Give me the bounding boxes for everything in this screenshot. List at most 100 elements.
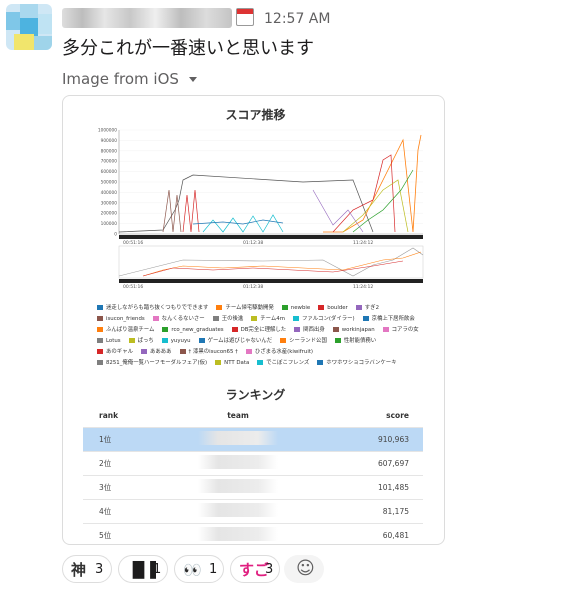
y-tick-label: 1000000 <box>98 128 117 134</box>
legend-label: isucon_friends <box>106 316 145 322</box>
attachment-label: Image from iOS <box>62 70 179 88</box>
legend-swatch <box>161 338 168 343</box>
legend-label: あのギャル <box>106 349 133 355</box>
legend-swatch <box>362 316 369 321</box>
legend-item: ふんばり温泉チーム <box>97 325 154 336</box>
reaction-count: 1 <box>209 562 218 577</box>
legend-label: ホワホワショコラバンケーキ <box>326 360 397 366</box>
legend-item: シーランド公国 <box>280 336 327 347</box>
x-tick-label: 01:12:38 <box>243 240 263 246</box>
y-tick-label: 500000 <box>101 180 118 186</box>
legend-swatch <box>97 305 103 310</box>
team-cell-blurred <box>163 474 313 499</box>
legend-label: 迷走しながらも踏ち抜くつもりでできます <box>106 305 209 311</box>
legend-swatch <box>231 327 238 332</box>
team-cell-blurred <box>163 426 313 451</box>
legend-swatch <box>152 316 159 321</box>
legend-swatch <box>245 349 252 354</box>
legend-item: isucon_friends <box>97 314 145 325</box>
reaction-eyes[interactable]: 👀 1 <box>174 555 224 583</box>
image-attachment[interactable]: スコア推移 1000000 900000 800000 700000 600000 500… <box>62 95 445 545</box>
legend-item: チーム4m <box>251 314 285 325</box>
reaction-bars[interactable]: ▐▌▌ 1 <box>118 555 168 583</box>
legend-swatch <box>212 316 219 321</box>
legend-label: yuyuyu <box>170 338 191 344</box>
x-tick-label: 11:24:12 <box>353 240 373 246</box>
legend-item: rco_new_graduates <box>162 325 224 336</box>
y-tick-label: 400000 <box>101 190 118 196</box>
y-tick-label: 100000 <box>101 221 118 227</box>
add-emoji-icon: ☺ <box>296 558 315 579</box>
reaction-kami[interactable]: 神 3 <box>62 555 112 583</box>
legend-swatch <box>97 316 103 321</box>
rank-cell: 1位 <box>83 426 163 451</box>
score-cell: 60,481 <box>313 522 423 544</box>
screenshot-content: スコア推移 1000000 900000 800000 700000 600000 500… <box>83 102 428 544</box>
username-blurred[interactable] <box>62 8 232 28</box>
legend-label: ファルコン(ダイラー) <box>301 316 355 322</box>
legend-label: なんくるないさー <box>161 316 205 322</box>
score-cell: 607,697 <box>313 450 423 475</box>
y-tick-label: 800000 <box>101 148 118 154</box>
legend-swatch <box>97 349 103 354</box>
legend-item: ぱっち <box>128 336 154 347</box>
rank-cell: 4位 <box>83 498 163 523</box>
legend-swatch <box>97 338 103 343</box>
score-cell: 910,963 <box>313 426 423 451</box>
legend-label: newbie <box>290 305 311 311</box>
ranking-title: ランキング <box>225 388 286 402</box>
message-text: 多分これが一番速いと思います <box>62 38 314 59</box>
team-header: team <box>227 411 249 421</box>
legend-swatch <box>257 360 264 365</box>
team-cell-blurred <box>163 498 313 523</box>
score-header: score <box>386 411 409 421</box>
legend-swatch <box>334 338 341 343</box>
ranking-row: 4位 81,175 <box>83 498 423 523</box>
legend-swatch <box>318 305 325 310</box>
add-reaction-button[interactable]: ☺ <box>284 555 324 583</box>
legend-swatch <box>281 305 288 310</box>
message-timestamp[interactable]: 12:57 AM <box>264 11 330 27</box>
legend-item: なんくるないさー <box>152 314 205 325</box>
legend-item: newbie <box>281 303 311 314</box>
legend-swatch <box>162 327 169 332</box>
y-tick-label: 700000 <box>101 159 118 165</box>
legend-item: 王の後進 <box>212 314 243 325</box>
legend-item: NTT Data <box>215 358 249 369</box>
legend-label: 8251_俺俺一覧ハーフモーダルフェア(仮) <box>106 360 208 366</box>
y-tick-label: 600000 <box>101 169 118 175</box>
attachment-toggle[interactable]: Image from iOS <box>62 70 197 88</box>
legend-label: NTT Data <box>224 360 250 366</box>
legend-label: Lotus <box>106 338 121 344</box>
legend-label: 関西出身 <box>303 327 325 333</box>
legend-swatch <box>280 338 287 343</box>
legend-item: でこぼこフレンズ <box>257 358 309 369</box>
reaction-count: 1 <box>153 562 162 577</box>
legend-item: 関西出身 <box>294 325 325 336</box>
legend-swatch <box>332 327 339 332</box>
ranking-table: rank team score 1位 910,963 2位 607,697 3位… <box>83 405 423 544</box>
legend-item: すぎ2 <box>355 303 379 314</box>
blurred-team <box>198 455 278 469</box>
message: 12:57 AM 多分これが一番速いと思います Image from iOS ス… <box>0 0 573 592</box>
legend-label: ひざまる水産(kiwifruit) <box>254 349 314 355</box>
team-cell-blurred <box>163 450 313 475</box>
legend-swatch <box>382 327 389 332</box>
legend-label: ふんばり温泉チーム <box>106 327 155 333</box>
legend-label: boulder <box>327 305 348 311</box>
score-cell: 101,485 <box>313 474 423 499</box>
legend-swatch <box>97 360 103 365</box>
reaction-count: 3 <box>95 562 104 577</box>
user-avatar[interactable] <box>6 4 52 50</box>
reaction-count: 3 <box>265 562 274 577</box>
reaction-sugo[interactable]: すご 3 <box>230 555 280 583</box>
blurred-team <box>198 527 278 542</box>
y-tick-label: 900000 <box>101 138 118 144</box>
legend-label: でこぼこフレンズ <box>266 360 310 366</box>
legend-swatch <box>179 349 186 354</box>
ranking-row: 1位 910,963 <box>83 426 423 451</box>
legend-label: シーランド公国 <box>289 338 327 344</box>
y-tick-label: 200000 <box>101 211 118 217</box>
score-chart: 1000000 900000 800000 700000 600000 500000 400… <box>98 128 424 290</box>
legend-item: workinjapan <box>332 325 375 336</box>
